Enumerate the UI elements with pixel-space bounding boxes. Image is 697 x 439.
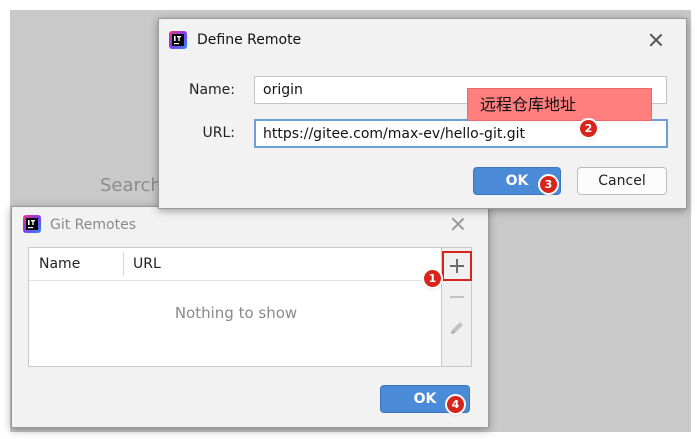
define-remote-title: Define Remote [197, 32, 302, 48]
remotes-toolbar [442, 247, 472, 367]
step-badge-4: 4 [447, 396, 464, 413]
pencil-icon[interactable] [445, 316, 469, 340]
minus-icon[interactable] [445, 285, 469, 309]
intellij-idea-icon [169, 31, 187, 49]
close-icon[interactable] [648, 32, 664, 48]
url-field[interactable] [254, 119, 668, 148]
column-separator[interactable] [123, 252, 124, 276]
git-remotes-dialog: Git Remotes Name URL Nothing to show OK [11, 206, 489, 428]
annotation-callout: 远程仓库地址 [467, 88, 652, 121]
remotes-table[interactable]: Name URL Nothing to show [28, 247, 442, 367]
column-header-url[interactable]: URL [133, 248, 161, 280]
empty-state-text: Nothing to show [174, 304, 298, 322]
close-icon[interactable] [450, 216, 466, 232]
step-badge-3: 3 [540, 176, 557, 193]
column-header-name[interactable]: Name [39, 248, 80, 280]
plus-icon[interactable] [442, 251, 472, 281]
cancel-button[interactable]: Cancel [577, 167, 667, 195]
intellij-idea-icon [23, 215, 41, 233]
step-badge-1: 1 [424, 270, 441, 287]
table-header: Name URL [29, 248, 441, 281]
git-remotes-titlebar: Git Remotes [12, 207, 488, 247]
git-remotes-title: Git Remotes [50, 217, 136, 233]
define-remote-titlebar: Define Remote [159, 19, 686, 59]
name-label: Name: [188, 82, 235, 98]
url-label: URL: [202, 125, 236, 141]
step-badge-2: 2 [580, 120, 597, 137]
search-everywhere-hint: Search [100, 175, 162, 196]
